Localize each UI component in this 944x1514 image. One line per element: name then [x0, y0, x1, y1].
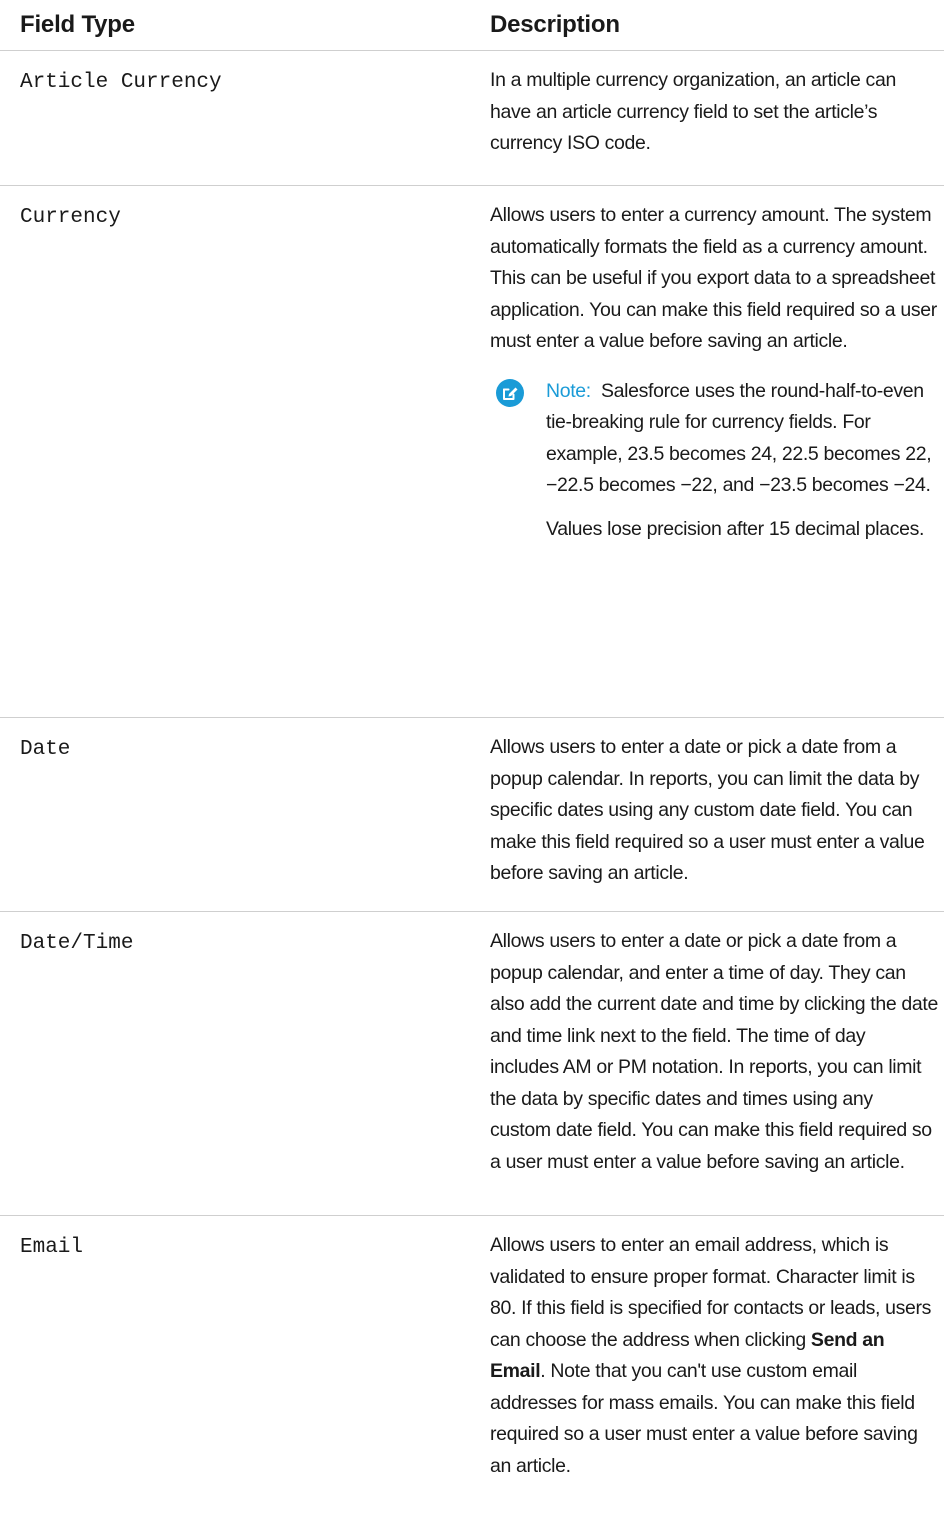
table-row: Email Allows users to enter an email add… [0, 1216, 944, 1514]
description-text: Allows users to enter a date or pick a d… [490, 736, 925, 884]
field-type-name: Currency [20, 206, 121, 229]
table-header-row: Field Type Description [0, 0, 944, 51]
field-type-name: Date [20, 738, 71, 761]
note-callout: Note: Salesforce uses the round-half-to-… [490, 376, 938, 546]
field-type-name: Article Currency [20, 71, 222, 94]
table-row: Article Currency In a multiple currency … [0, 51, 944, 186]
description-text: Allows users to enter a currency amount.… [490, 204, 937, 352]
description-text: In a multiple currency organization, an … [490, 69, 896, 154]
column-header-description: Description [490, 11, 620, 38]
column-header-field-type: Field Type [20, 11, 135, 38]
table-row: Date Allows users to enter a date or pic… [0, 718, 944, 912]
field-type-name: Date/Time [20, 932, 134, 955]
field-description: Allows users to enter a date or pick a d… [490, 926, 938, 1178]
field-type-name: Email [20, 1236, 84, 1259]
field-description: Allows users to enter a date or pick a d… [490, 732, 938, 890]
description-text: Allows users to enter a date or pick a d… [490, 930, 938, 1173]
table-row: Currency Allows users to enter a currenc… [0, 186, 944, 718]
note-label: Note: [546, 379, 591, 402]
field-description: In a multiple currency organization, an … [490, 65, 938, 160]
note-edit-icon [496, 378, 524, 407]
field-types-table: Field Type Description Article Currency … [0, 0, 944, 1514]
field-description: Allows users to enter an email address, … [490, 1230, 938, 1482]
note-body: Salesforce uses the round-half-to-even t… [546, 379, 932, 497]
table-row: Date/Time Allows users to enter a date o… [0, 912, 944, 1216]
note-text-secondary: Values lose precision after 15 decimal p… [546, 517, 925, 540]
description-text-part: . Note that you can't use custom email a… [490, 1360, 918, 1477]
note-text: Note: Salesforce uses the round-half-to-… [546, 376, 938, 502]
field-description: Allows users to enter a currency amount.… [490, 200, 938, 545]
description-text: Allows users to enter an email address, … [490, 1230, 938, 1482]
